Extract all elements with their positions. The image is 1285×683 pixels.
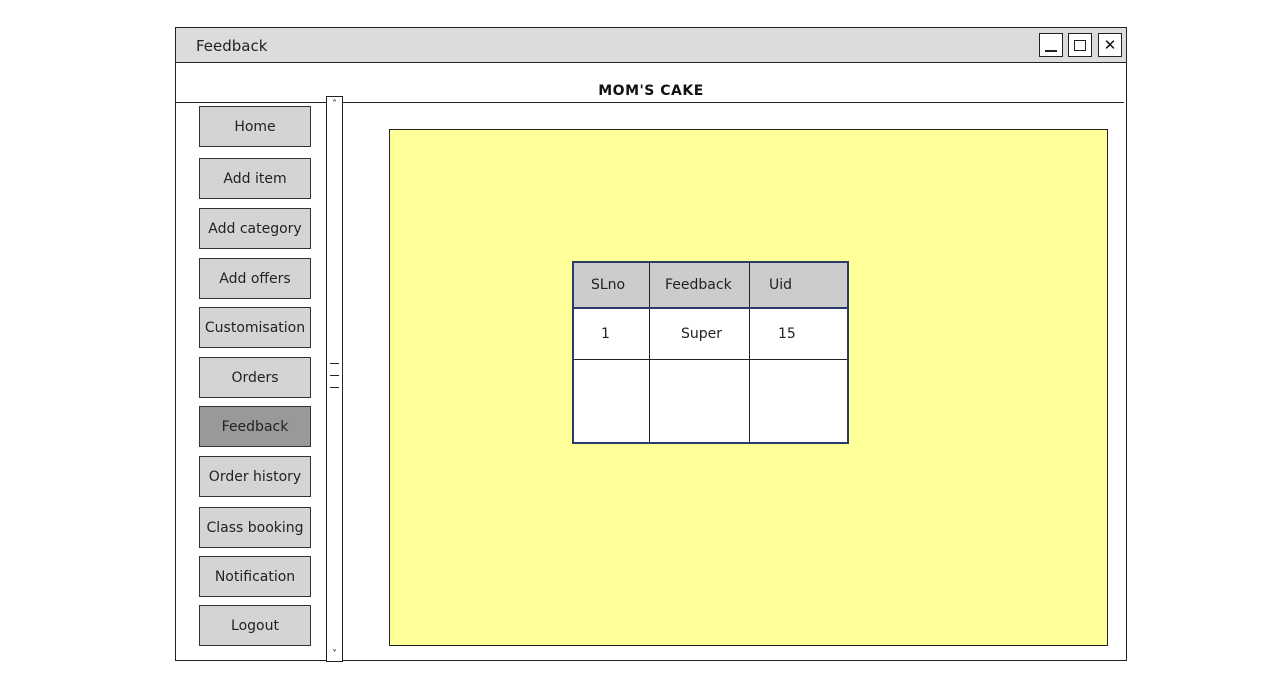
nav-home-button[interactable]: Home [199, 106, 311, 147]
column-header-slno: SLno [574, 263, 650, 307]
nav-logout-button[interactable]: Logout [199, 605, 311, 646]
table-header-row: SLno Feedback Uid [574, 263, 847, 309]
column-header-feedback: Feedback [650, 263, 750, 307]
minimize-button[interactable] [1039, 33, 1063, 57]
window-title: Feedback [196, 37, 268, 55]
nav-customisation-button[interactable]: Customisation [199, 307, 311, 348]
table-cell-feedback [650, 360, 750, 442]
table-row [574, 360, 847, 442]
nav-add-item-button[interactable]: Add item [199, 158, 311, 199]
nav-order-history-button[interactable]: Order history [199, 456, 311, 497]
title-bar: Feedback ✕ [176, 28, 1126, 63]
nav-notification-button[interactable]: Notification [199, 556, 311, 597]
nav-orders-button[interactable]: Orders [199, 357, 311, 398]
table-cell-uid: 15 [778, 326, 796, 342]
close-icon: ✕ [1103, 35, 1117, 54]
feedback-table: SLno Feedback Uid 1 Super 15 [572, 261, 849, 444]
maximize-icon [1074, 39, 1086, 51]
nav-add-offers-button[interactable]: Add offers [199, 258, 311, 299]
table-cell-slno: 1 [574, 309, 650, 359]
scroll-thumb[interactable] [330, 363, 339, 389]
scroll-up-icon[interactable]: ˄ [327, 97, 342, 111]
column-header-uid: Uid [769, 277, 793, 293]
brand-title: MOM'S CAKE [598, 83, 704, 99]
minimize-icon [1045, 50, 1057, 52]
maximize-button[interactable] [1068, 33, 1092, 57]
table-cell-uid [750, 360, 847, 442]
table-cell-feedback: Super [650, 309, 750, 359]
header-divider [176, 102, 1124, 103]
sidebar-scrollbar[interactable]: ˄ ˅ [326, 96, 343, 662]
nav-class-booking-button[interactable]: Class booking [199, 507, 311, 548]
table-row: 1 Super 15 [574, 309, 847, 360]
nav-add-category-button[interactable]: Add category [199, 208, 311, 249]
scroll-down-icon[interactable]: ˅ [327, 647, 342, 661]
app-window: Feedback ✕ MOM'S CAKE Home Add item Add … [175, 27, 1127, 662]
content-panel: SLno Feedback Uid 1 Super 15 [389, 129, 1108, 646]
table-cell-slno [574, 360, 650, 442]
close-button[interactable]: ✕ [1098, 33, 1122, 57]
nav-feedback-button[interactable]: Feedback [199, 406, 311, 447]
